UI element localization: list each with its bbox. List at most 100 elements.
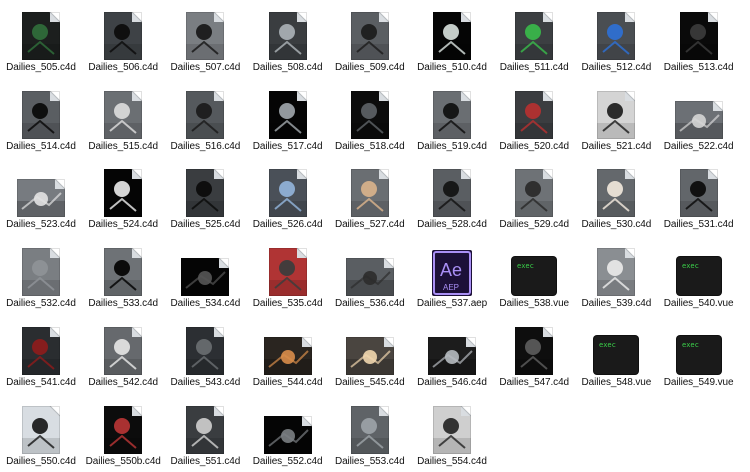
c4d-file-icon xyxy=(350,169,390,218)
c4d-file-icon xyxy=(597,247,636,297)
file-item[interactable]: Dailies_526.c4d xyxy=(247,163,329,233)
file-name: Dailies_515.c4d xyxy=(88,140,159,152)
file-item[interactable]: Dailies_511.c4d xyxy=(493,6,575,76)
file-name: Dailies_540.vue xyxy=(663,298,734,310)
image-file-icon xyxy=(181,257,230,297)
c4d-file-icon xyxy=(597,169,636,218)
image-file-icon xyxy=(674,100,723,139)
file-item[interactable]: Dailies_513.c4d xyxy=(658,6,740,76)
file-item[interactable]: Dailies_530.c4d xyxy=(575,163,657,233)
file-name: Dailies_516.c4d xyxy=(170,140,241,152)
file-item[interactable]: Dailies_514.c4d xyxy=(0,85,82,155)
file-item[interactable]: Dailies_510.c4d xyxy=(411,6,493,76)
file-item[interactable]: Dailies_554.c4d xyxy=(411,400,493,470)
c4d-file-icon xyxy=(104,90,143,139)
c4d-file-icon xyxy=(104,247,143,297)
ae-icon-subtitle: AEP xyxy=(443,283,459,292)
file-item[interactable]: Dailies_525.c4d xyxy=(164,163,246,233)
file-name: Dailies_521.c4d xyxy=(581,140,652,152)
image-file-icon xyxy=(17,179,66,218)
c4d-file-icon xyxy=(268,169,307,218)
file-name: Dailies_535.c4d xyxy=(252,298,323,310)
file-item[interactable]: Dailies_528.c4d xyxy=(411,163,493,233)
c4d-file-icon xyxy=(104,11,143,60)
image-file-icon xyxy=(345,336,395,375)
file-item[interactable]: Dailies_533.c4d xyxy=(82,242,164,312)
file-item[interactable]: Dailies_519.c4d xyxy=(411,85,493,155)
file-item[interactable]: Ae AEP Dailies_537.aep xyxy=(411,242,493,312)
file-item[interactable]: Dailies_520.c4d xyxy=(493,85,575,155)
file-item[interactable]: Dailies_534.c4d xyxy=(164,242,246,312)
file-item[interactable]: Dailies_551.c4d xyxy=(164,400,246,470)
file-item[interactable]: Dailies_508.c4d xyxy=(247,6,329,76)
file-item[interactable]: Dailies_529.c4d xyxy=(493,163,575,233)
term-icon-label: exec xyxy=(682,262,699,270)
c4d-file-icon xyxy=(268,90,307,139)
file-item[interactable]: Dailies_517.c4d xyxy=(247,85,329,155)
file-item[interactable]: exec Dailies_540.vue xyxy=(658,242,740,312)
file-name: Dailies_514.c4d xyxy=(6,140,76,152)
file-item[interactable]: Dailies_553.c4d xyxy=(329,400,411,470)
file-name: Dailies_553.c4d xyxy=(334,455,405,467)
file-item[interactable]: Dailies_543.c4d xyxy=(164,321,246,391)
file-item[interactable]: exec Dailies_548.vue xyxy=(575,321,657,391)
c4d-file-icon xyxy=(350,11,390,60)
file-name: Dailies_523.c4d xyxy=(6,219,76,231)
terminal-exec-icon: exec xyxy=(675,256,722,297)
file-item[interactable]: Dailies_532.c4d xyxy=(0,242,82,312)
file-name: Dailies_526.c4d xyxy=(252,219,323,231)
file-item[interactable]: Dailies_512.c4d xyxy=(575,6,657,76)
c4d-file-icon xyxy=(597,11,636,60)
file-item[interactable]: Dailies_544.c4d xyxy=(247,321,329,391)
c4d-file-icon xyxy=(186,169,225,218)
c4d-file-icon xyxy=(433,90,472,139)
file-item[interactable]: Dailies_535.c4d xyxy=(247,242,329,312)
file-item[interactable]: Dailies_546.c4d xyxy=(411,321,493,391)
c4d-file-icon xyxy=(104,405,143,454)
file-name: Dailies_554.c4d xyxy=(417,455,487,467)
file-item[interactable]: Dailies_507.c4d xyxy=(164,6,246,76)
file-name: Dailies_512.c4d xyxy=(581,62,652,73)
file-item[interactable]: Dailies_505.c4d xyxy=(0,6,82,76)
file-item[interactable]: Dailies_545.c4d xyxy=(329,321,411,391)
c4d-file-icon xyxy=(104,169,143,218)
file-name: Dailies_533.c4d xyxy=(88,298,159,310)
file-item[interactable]: Dailies_521.c4d xyxy=(575,85,657,155)
image-file-icon xyxy=(263,336,312,375)
c4d-file-icon xyxy=(22,326,61,375)
file-item[interactable]: Dailies_527.c4d xyxy=(329,163,411,233)
file-item[interactable]: Dailies_547.c4d xyxy=(493,321,575,391)
file-item[interactable]: Dailies_531.c4d xyxy=(658,163,740,233)
file-item[interactable]: Dailies_524.c4d xyxy=(82,163,164,233)
image-file-icon xyxy=(263,415,312,454)
file-item[interactable]: exec Dailies_538.vue xyxy=(493,242,575,312)
file-grid: Dailies_505.c4d Dailies_506.c4d Dailies_50… xyxy=(0,0,750,472)
c4d-file-icon xyxy=(268,247,307,297)
file-item[interactable]: Dailies_523.c4d xyxy=(0,163,82,233)
file-name: Dailies_552.c4d xyxy=(252,455,323,467)
file-item[interactable]: exec Dailies_549.vue xyxy=(658,321,740,391)
file-name: Dailies_550b.c4d xyxy=(85,455,161,467)
file-item[interactable]: Dailies_550.c4d xyxy=(0,400,82,470)
file-name: Dailies_531.c4d xyxy=(663,219,734,231)
file-item[interactable]: Dailies_522.c4d xyxy=(658,85,740,155)
file-item[interactable]: Dailies_516.c4d xyxy=(164,85,246,155)
file-name: Dailies_547.c4d xyxy=(499,376,570,388)
file-item[interactable]: Dailies_536.c4d xyxy=(329,242,411,312)
c4d-file-icon xyxy=(515,90,554,139)
file-name: Dailies_537.aep xyxy=(416,298,488,310)
file-item[interactable]: Dailies_542.c4d xyxy=(82,321,164,391)
file-item[interactable]: Dailies_541.c4d xyxy=(0,321,82,391)
file-item[interactable]: Dailies_552.c4d xyxy=(247,400,329,470)
file-item[interactable]: Dailies_539.c4d xyxy=(575,242,657,312)
file-name: Dailies_536.c4d xyxy=(334,298,405,310)
file-item[interactable]: Dailies_518.c4d xyxy=(329,85,411,155)
file-name: Dailies_520.c4d xyxy=(499,140,570,152)
file-item[interactable]: Dailies_550b.c4d xyxy=(82,400,164,470)
file-item[interactable]: Dailies_509.c4d xyxy=(329,6,411,76)
c4d-file-icon xyxy=(22,247,61,297)
c4d-file-icon xyxy=(104,326,143,375)
file-item[interactable]: Dailies_515.c4d xyxy=(82,85,164,155)
file-name: Dailies_544.c4d xyxy=(252,376,323,388)
file-item[interactable]: Dailies_506.c4d xyxy=(82,6,164,76)
